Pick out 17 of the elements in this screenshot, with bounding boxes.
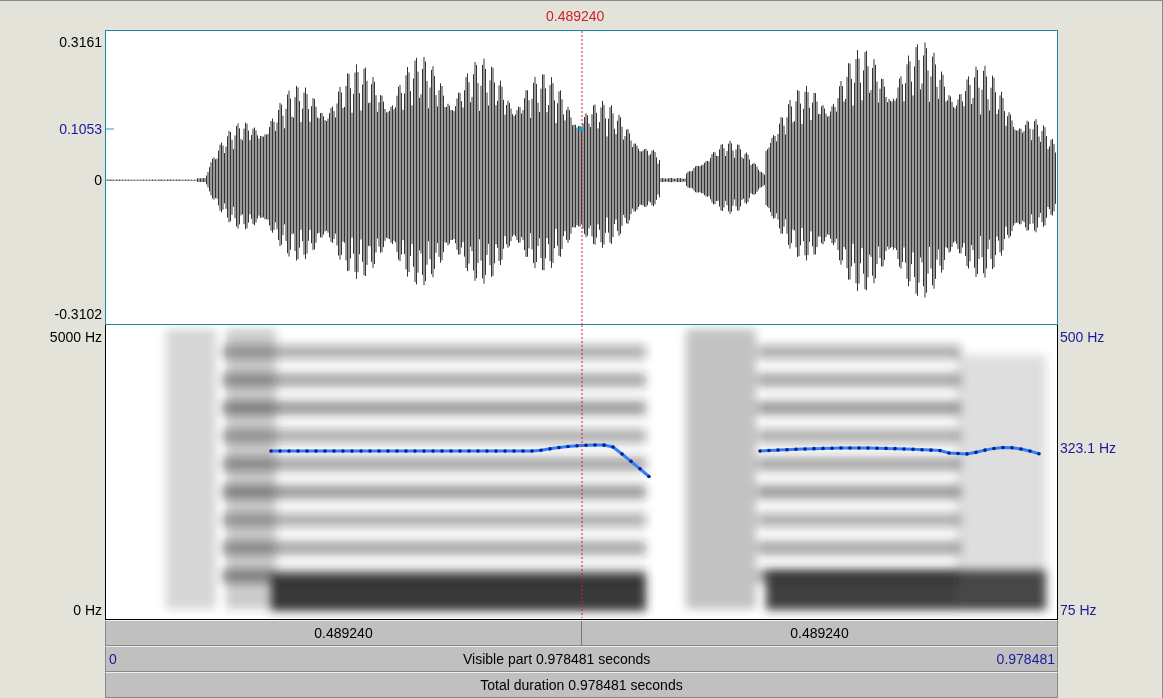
cursor-point-marker <box>578 126 584 132</box>
amplitude-zero-label: 0 <box>94 172 102 188</box>
cursor-time-label: 0.489240 <box>546 8 605 24</box>
frequency-min-label: 0 Hz <box>73 602 102 618</box>
pitch-cursor-label: 323.1 Hz <box>1060 440 1117 456</box>
amplitude-max-label: 0.3161 <box>59 34 102 50</box>
cursor-amplitude-label: 0.1053 <box>59 121 102 137</box>
total-duration-button[interactable]: Total duration 0.978481 seconds <box>105 672 1058 698</box>
visible-end-time: 0.978481 <box>996 651 1055 667</box>
visible-part-bar[interactable]: 0 Visible part 0.978481 seconds 0.978481 <box>105 646 1058 672</box>
pitch-min-label: 75 Hz <box>1060 602 1097 618</box>
visible-part-label: Visible part 0.978481 seconds <box>463 651 651 667</box>
amplitude-tick <box>106 128 115 130</box>
pitch-max-label: 500 Hz <box>1060 329 1105 345</box>
frequency-max-label: 5000 Hz <box>49 329 102 345</box>
visible-start-time: 0 <box>109 651 117 667</box>
amplitude-min-label: -0.3102 <box>54 306 102 322</box>
